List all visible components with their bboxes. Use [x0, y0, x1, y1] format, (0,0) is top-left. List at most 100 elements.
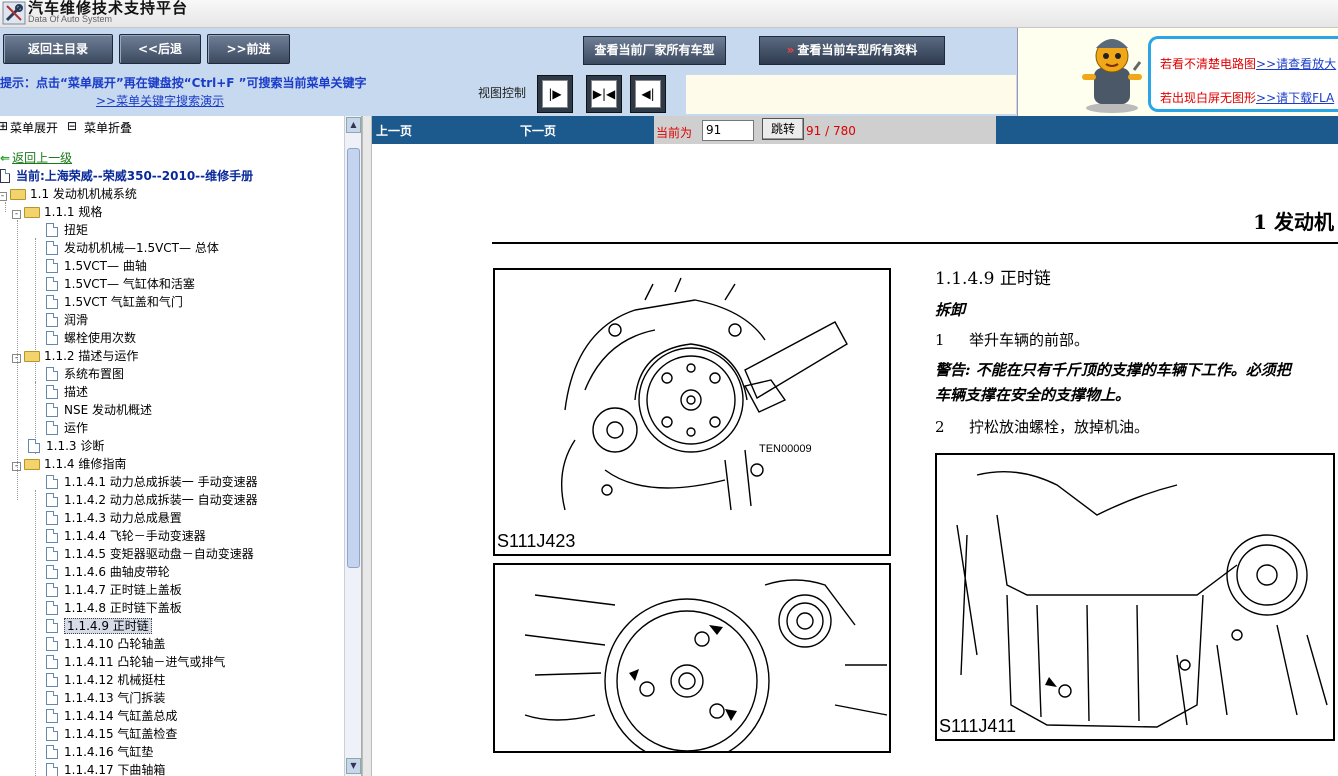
tree-line [5, 202, 6, 212]
page-icon [46, 655, 58, 669]
search-demo-link[interactable]: >>菜单关键字搜索演示 [96, 92, 224, 109]
tree-item[interactable]: 1.1.4.17 下曲轴箱 [46, 761, 165, 776]
collapse-node-icon: - [12, 354, 21, 363]
all-data-button[interactable]: » 查看当前车型所有资料 [759, 36, 945, 65]
tree-item[interactable]: 1.1.4.11 凸轮轴－进气或排气 [46, 653, 225, 671]
tree-item[interactable]: 螺栓使用次数 [46, 329, 136, 347]
page-icon [46, 277, 58, 291]
notice-flash: 若出现白屏无图形>>请下载FLA [1160, 91, 1335, 105]
tree-item[interactable]: 系统布置图 [46, 365, 124, 383]
tree-item-1-1-4[interactable]: -1.1.4 维修指南 [12, 455, 126, 473]
collapse-icon: ⊟ [67, 119, 78, 133]
home-button[interactable]: 返回主目录 [3, 34, 113, 64]
page-number-input[interactable]: 91 [702, 120, 754, 141]
tree-item[interactable]: 发动机机械—1.5VCT— 总体 [46, 239, 219, 257]
panel-splitter[interactable] [362, 116, 372, 776]
page-icon [46, 619, 58, 633]
page-icon [46, 493, 58, 507]
page-icon [46, 385, 58, 399]
tree-item-1-1-3[interactable]: 1.1.3 诊断 [28, 437, 104, 455]
page-icon [46, 421, 58, 435]
tree-item[interactable]: 描述 [46, 383, 88, 401]
page-icon [46, 691, 58, 705]
menu-scrollbar[interactable]: ▲ ▼ [344, 116, 361, 776]
notice-zoom: 若看不清楚电路图>>请查看放大 [1160, 57, 1337, 71]
manual-page: 1 发动机 TEN00009 S111J423 1.1.4.9 正时链 拆卸 1… [372, 144, 1338, 776]
collapse-node-icon: - [0, 192, 7, 201]
tree-item[interactable]: 扭矩 [46, 221, 88, 239]
page-icon [46, 475, 58, 489]
tree-item[interactable]: 运作 [46, 419, 88, 437]
timing-chain-illustration-1: TEN00009 [560, 277, 848, 511]
tree-item[interactable]: 1.1.4.10 凸轮轴盖 [46, 635, 165, 653]
jump-button[interactable]: 跳转 [762, 118, 804, 140]
tree-item[interactable]: 1.5VCT— 气缸体和活塞 [46, 275, 195, 293]
page-icon [46, 763, 58, 776]
tree-item[interactable]: 1.5VCT 气缸盖和气门 [46, 293, 183, 311]
page-icon [46, 403, 58, 417]
view-expand-left-button[interactable]: |▶ [537, 75, 573, 113]
tree-item[interactable]: 1.1.4.7 正时链上盖板 [46, 581, 182, 599]
tree-item[interactable]: 1.1.4.8 正时链下盖板 [46, 599, 182, 617]
arrow-right-icon: |▶ [542, 80, 568, 108]
scroll-down-icon[interactable]: ▼ [346, 758, 361, 774]
tree-item[interactable]: 1.1.4.13 气门拆装 [46, 689, 165, 707]
tree-item[interactable]: 1.1.4.6 曲轴皮带轮 [46, 563, 170, 581]
folder-open-icon [24, 459, 40, 470]
tree-item[interactable]: 1.1.4.15 气缸盖检查 [46, 725, 177, 743]
manual-icon [0, 169, 10, 183]
tree-item[interactable]: 1.1.4.12 机械挺柱 [46, 671, 165, 689]
page-icon [46, 223, 58, 237]
page-count: 91 / 780 [806, 124, 856, 138]
page-icon [46, 637, 58, 651]
toolbar-blank-panel [686, 75, 1016, 114]
back-up-link[interactable]: ⇐ 返回上一级 [0, 149, 72, 167]
search-hint: 提示：点击“菜单展开”再在键盘按“Ctrl+F ”可搜索当前菜单关键字 [0, 76, 367, 90]
all-models-button[interactable]: 查看当前厂家所有车型 [583, 36, 726, 65]
forward-button[interactable]: >>前进 [207, 34, 290, 64]
view-split-button[interactable]: ▶|◀ [586, 75, 622, 113]
tree-line [35, 238, 36, 398]
title-bar: 汽车维修技术支持平台 Data Of Auto System [0, 0, 1338, 28]
current-manual: 当前:上海荣威--荣威350--2010--维修手册 [0, 167, 253, 185]
menu-tree: ⇐ 返回上一级 当前:上海荣威--荣威350--2010--维修手册 -1.1 发… [0, 142, 344, 776]
scroll-up-icon[interactable]: ▲ [346, 117, 361, 133]
tree-item[interactable]: 1.1.4.2 动力总成拆装一 自动变速器 [46, 491, 258, 509]
flash-download-link[interactable]: >>请下载FLA [1256, 91, 1334, 105]
tree-item[interactable]: 润滑 [46, 311, 88, 329]
zoom-link[interactable]: >>请查看放大 [1256, 57, 1336, 71]
tree-item-1-1-2[interactable]: -1.1.2 描述与运作 [12, 347, 138, 365]
tree-item[interactable]: 1.5VCT— 曲轴 [46, 257, 147, 275]
tree-item[interactable]: 1.1.4.1 动力总成拆装一 手动变速器 [46, 473, 258, 491]
tree-item[interactable]: 1.1.4.16 气缸垫 [46, 743, 153, 761]
tree-item-1-1[interactable]: -1.1 发动机机械系统 [0, 185, 137, 203]
tree-item-selected[interactable]: 1.1.4.9 正时链 [46, 617, 152, 635]
double-chevron-icon: » [786, 43, 795, 57]
page-icon [46, 313, 58, 327]
collapse-node-icon: - [12, 210, 21, 219]
next-page-button[interactable]: 下一页 [520, 122, 556, 139]
menu-expand-button[interactable]: 菜单展开 [10, 119, 58, 136]
arrow-left-icon: ◀| [635, 80, 661, 108]
page-icon [46, 295, 58, 309]
back-button[interactable]: <<后退 [119, 34, 201, 64]
tree-item[interactable]: 1.1.4.4 飞轮－手动变速器 [46, 527, 206, 545]
menu-collapse-button[interactable]: 菜单折叠 [84, 119, 132, 136]
section-title: 1.1.4.9 正时链 [935, 269, 1051, 289]
page-icon [46, 241, 58, 255]
arrows-inward-icon: ▶|◀ [591, 80, 617, 108]
tree-item-1-1-1[interactable]: -1.1.1 规格 [12, 203, 102, 221]
chapter-title: 1 发动机 [1253, 210, 1334, 234]
page-icon [46, 745, 58, 759]
folder-open-icon [10, 189, 26, 200]
prev-page-button[interactable]: 上一页 [376, 122, 412, 139]
tree-item[interactable]: NSE 发动机概述 [46, 401, 152, 419]
page-icon [46, 601, 58, 615]
view-expand-right-button[interactable]: ◀| [630, 75, 666, 113]
tree-item[interactable]: 1.1.4.3 动力总成悬置 [46, 509, 182, 527]
tree-item[interactable]: 1.1.4.5 变矩器驱动盘－自动变速器 [46, 545, 254, 563]
folder-open-icon [24, 351, 40, 362]
figure-caption: S111J411 [939, 716, 1017, 736]
tree-item[interactable]: 1.1.4.14 气缸盖总成 [46, 707, 177, 725]
scroll-thumb[interactable] [347, 148, 360, 568]
